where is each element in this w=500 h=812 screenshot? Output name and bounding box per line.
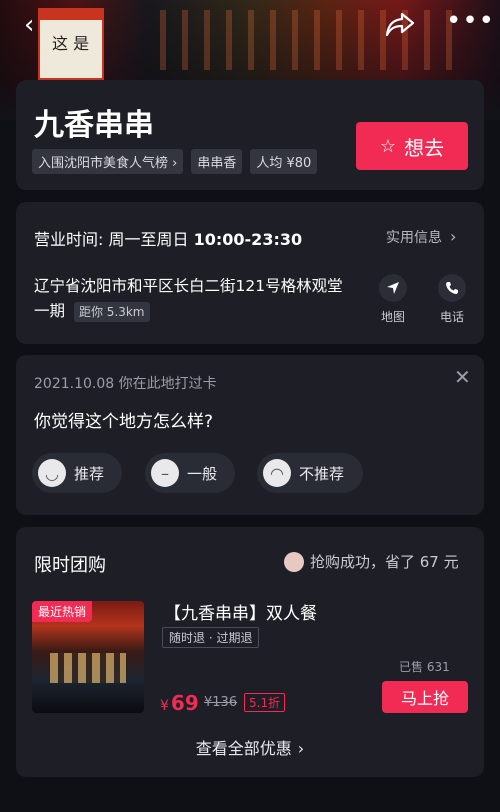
store-card: 九香串串 入围沈阳市美食人气榜 › 串串香 人均 ¥80 ☆ 想去 [16, 80, 484, 190]
hero-sign: 这 是 [38, 8, 104, 80]
business-hours: 营业时间: 周一至周日 10:00-23:30 [34, 226, 302, 250]
rate-recommend-button[interactable]: ◡ 推荐 [32, 453, 122, 493]
map-label: 地图 [380, 310, 405, 324]
view-all-deals-link[interactable]: 查看全部优惠 › [16, 735, 484, 759]
share-icon[interactable] [384, 10, 416, 45]
avatar [284, 551, 304, 572]
close-icon[interactable]: ✕ [454, 365, 471, 389]
view-all-deals-label: 查看全部优惠 [195, 739, 292, 758]
chevron-right-icon: › [450, 227, 457, 246]
deal-price: ¥69 [160, 691, 199, 715]
rate-average-button[interactable]: – 一般 [145, 453, 235, 493]
category-tag: 串串香 [191, 149, 243, 174]
review-card: 2021.10.08 你在此地打过卡 ✕ 你觉得这个地方怎么样? ◡ 推荐 – … [16, 355, 484, 515]
phone-button[interactable]: 电话 [432, 274, 472, 325]
chevron-right-icon: › [297, 739, 305, 758]
navigation-arrow-icon [379, 274, 407, 302]
phone-label: 电话 [439, 310, 464, 324]
checkin-text: 2021.10.08 你在此地打过卡 [34, 376, 217, 392]
phone-icon [438, 274, 466, 302]
back-icon[interactable]: ‹ [24, 10, 34, 40]
store-name: 九香串串 [34, 108, 154, 143]
sold-count: 已售 631 [399, 660, 450, 674]
rate-recommend-label: 推荐 [74, 464, 105, 483]
rate-not-recommend-button[interactable]: ◠ 不推荐 [257, 453, 363, 493]
distance-badge: 距你 5.3km [73, 301, 150, 322]
map-button[interactable]: 地图 [373, 274, 413, 325]
neutral-face-icon: – [151, 459, 179, 487]
deals-status: 抢购成功，省了 67 元 [284, 551, 459, 572]
hero-sign-text: 这 是 [52, 34, 90, 53]
ranking-tag[interactable]: 入围沈阳市美食人气榜 › [32, 149, 184, 174]
rate-not-recommend-label: 不推荐 [299, 464, 345, 483]
practical-info-link[interactable]: 实用信息 › [386, 227, 456, 247]
star-icon: ☆ [379, 135, 397, 157]
deal-product-name[interactable]: 【九香串串】双人餐 [164, 599, 317, 624]
deals-card: 限时团购 抢购成功，省了 67 元 最近热销 【九香串串】双人餐 随时退 · 过… [16, 527, 484, 777]
review-question: 你觉得这个地方怎么样? [34, 412, 214, 432]
discount-badge: 5.1折 [244, 693, 286, 712]
info-card: 营业时间: 周一至周日 10:00-23:30 实用信息 › 辽宁省沈阳市和平区长… [16, 202, 484, 344]
rate-average-label: 一般 [187, 464, 218, 483]
want-to-go-button[interactable]: ☆ 想去 [356, 122, 468, 170]
more-icon[interactable]: ••• [446, 6, 495, 36]
price-value: 69 [170, 691, 199, 715]
avg-price-tag: 人均 ¥80 [250, 149, 318, 174]
deals-title: 限时团购 [34, 555, 106, 576]
original-price: ¥136 [204, 695, 238, 710]
sad-face-icon: ◠ [263, 459, 291, 487]
hours-time: 10:00-23:30 [193, 230, 303, 249]
want-to-go-label: 想去 [404, 135, 445, 160]
practical-info-label: 实用信息 [386, 230, 442, 246]
hours-label: 营业时间: [34, 230, 104, 249]
happy-face-icon: ◡ [38, 459, 66, 487]
buy-now-button[interactable]: 马上抢 [382, 681, 468, 713]
hot-sale-badge: 最近热销 [32, 601, 93, 622]
deals-status-text: 抢购成功，省了 67 元 [310, 553, 459, 571]
refund-policy-tag: 随时退 · 过期退 [162, 627, 260, 648]
store-tags: 入围沈阳市美食人气榜 › 串串香 人均 ¥80 [32, 149, 318, 174]
hours-days: 周一至周日 [108, 230, 189, 249]
address[interactable]: 辽宁省沈阳市和平区长白二街121号格林观堂一期 距你 5.3km [34, 274, 354, 324]
currency-symbol: ¥ [160, 698, 169, 714]
